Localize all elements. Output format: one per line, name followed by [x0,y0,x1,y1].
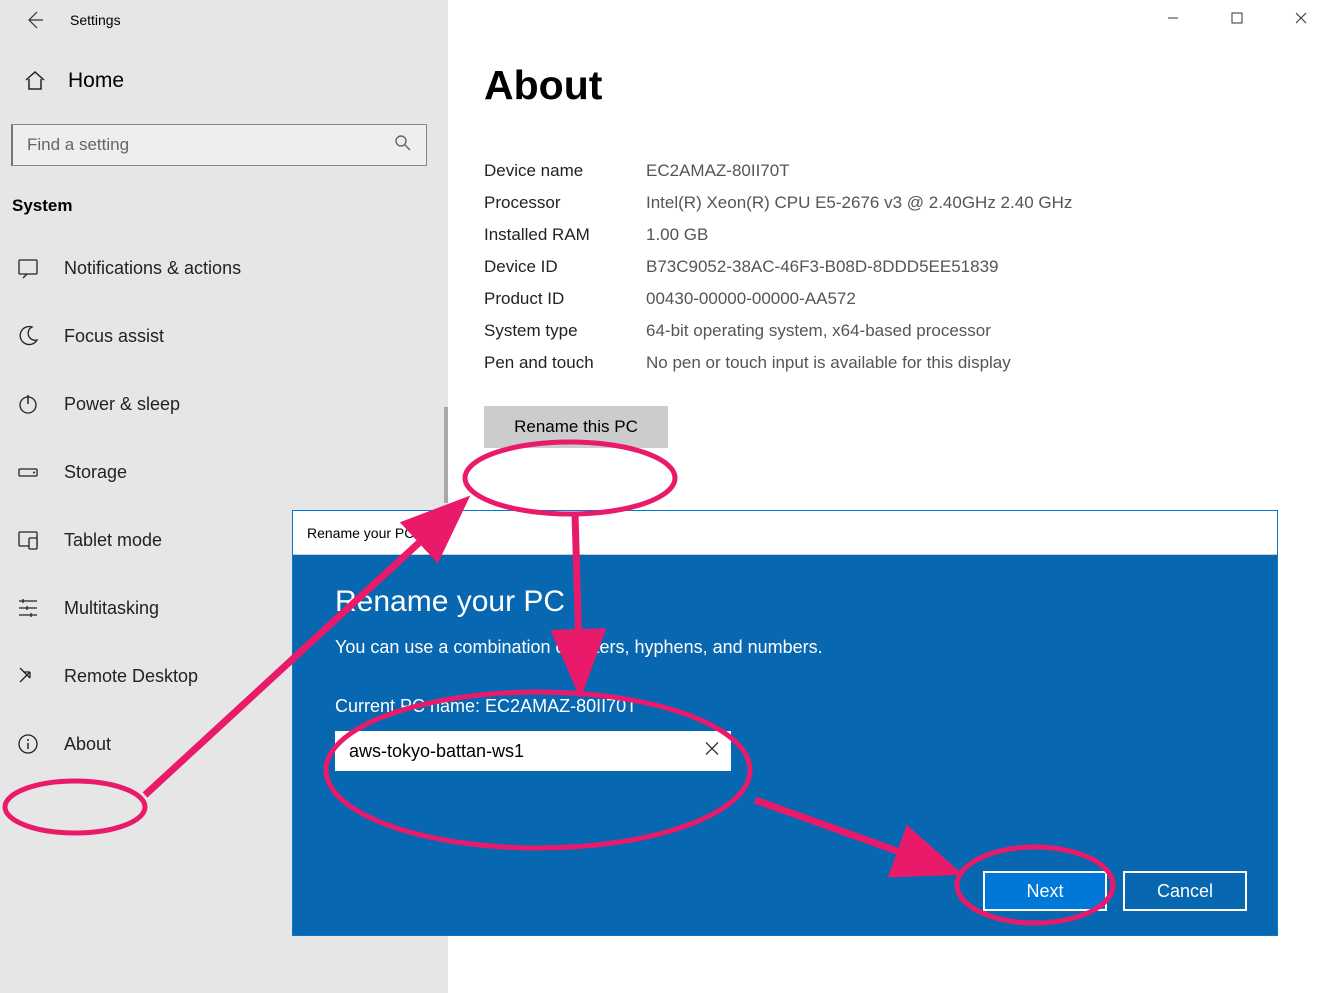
device-specs-table: Device nameEC2AMAZ-80II70T ProcessorInte… [448,109,1333,379]
dialog-heading: Rename your PC [335,585,1235,619]
spec-pen-touch: Pen and touchNo pen or touch input is av… [484,347,1333,379]
storage-icon [15,459,41,485]
maximize-icon [1231,12,1243,24]
sidebar-item-notifications[interactable]: Notifications & actions [0,234,448,302]
tablet-icon [15,527,41,553]
rename-pc-dialog: Rename your PC Rename your PC You can us… [292,510,1278,936]
clear-input-button[interactable] [705,742,719,761]
power-icon [15,391,41,417]
moon-icon [15,323,41,349]
notifications-icon [15,255,41,281]
spec-processor: ProcessorIntel(R) Xeon(R) CPU E5-2676 v3… [484,187,1333,219]
pc-name-input-wrap [335,731,731,771]
home-icon [22,68,48,94]
close-icon [1295,12,1307,24]
rename-this-pc-button[interactable]: Rename this PC [484,406,668,448]
search-icon [394,134,412,157]
sidebar-item-focus-assist[interactable]: Focus assist [0,302,448,370]
window-controls [1141,0,1333,35]
back-button[interactable] [20,5,50,35]
search-input[interactable]: Find a setting [11,124,427,166]
minimize-icon [1167,12,1179,24]
dialog-titlebar[interactable]: Rename your PC [293,511,1277,555]
spec-system-type: System type64-bit operating system, x64-… [484,315,1333,347]
next-button[interactable]: Next [983,871,1107,911]
search-placeholder: Find a setting [27,135,129,155]
spec-device-id: Device IDB73C9052-38AC-46F3-B08D-8DDD5EE… [484,251,1333,283]
dialog-description: You can use a combination of letters, hy… [335,637,1235,658]
sidebar-item-label: Power & sleep [64,394,180,415]
multitasking-icon [15,595,41,621]
cancel-button[interactable]: Cancel [1123,871,1247,911]
minimize-button[interactable] [1141,0,1205,35]
spec-product-id: Product ID00430-00000-00000-AA572 [484,283,1333,315]
back-arrow-icon [25,10,45,30]
remote-desktop-icon [15,663,41,689]
sidebar-item-label: About [64,734,111,755]
close-button[interactable] [1269,0,1333,35]
sidebar-item-label: Remote Desktop [64,666,198,687]
sidebar-item-power-sleep[interactable]: Power & sleep [0,370,448,438]
info-icon [15,731,41,757]
pc-name-input[interactable] [335,731,731,771]
maximize-button[interactable] [1205,0,1269,35]
spec-device-name: Device nameEC2AMAZ-80II70T [484,155,1333,187]
section-header: System [0,196,448,234]
x-icon [705,742,719,756]
spec-installed-ram: Installed RAM1.00 GB [484,219,1333,251]
sidebar-item-label: Focus assist [64,326,164,347]
current-pc-name-label: Current PC name: EC2AMAZ-80II70T [335,696,1235,717]
app-title: Settings [70,12,121,28]
sidebar-item-label: Storage [64,462,127,483]
sidebar-item-label: Tablet mode [64,530,162,551]
sidebar-item-label: Notifications & actions [64,258,241,279]
sidebar-item-label: Multitasking [64,598,159,619]
sidebar-item-storage[interactable]: Storage [0,438,448,506]
home-link[interactable]: Home [0,40,448,94]
home-label: Home [68,69,124,93]
